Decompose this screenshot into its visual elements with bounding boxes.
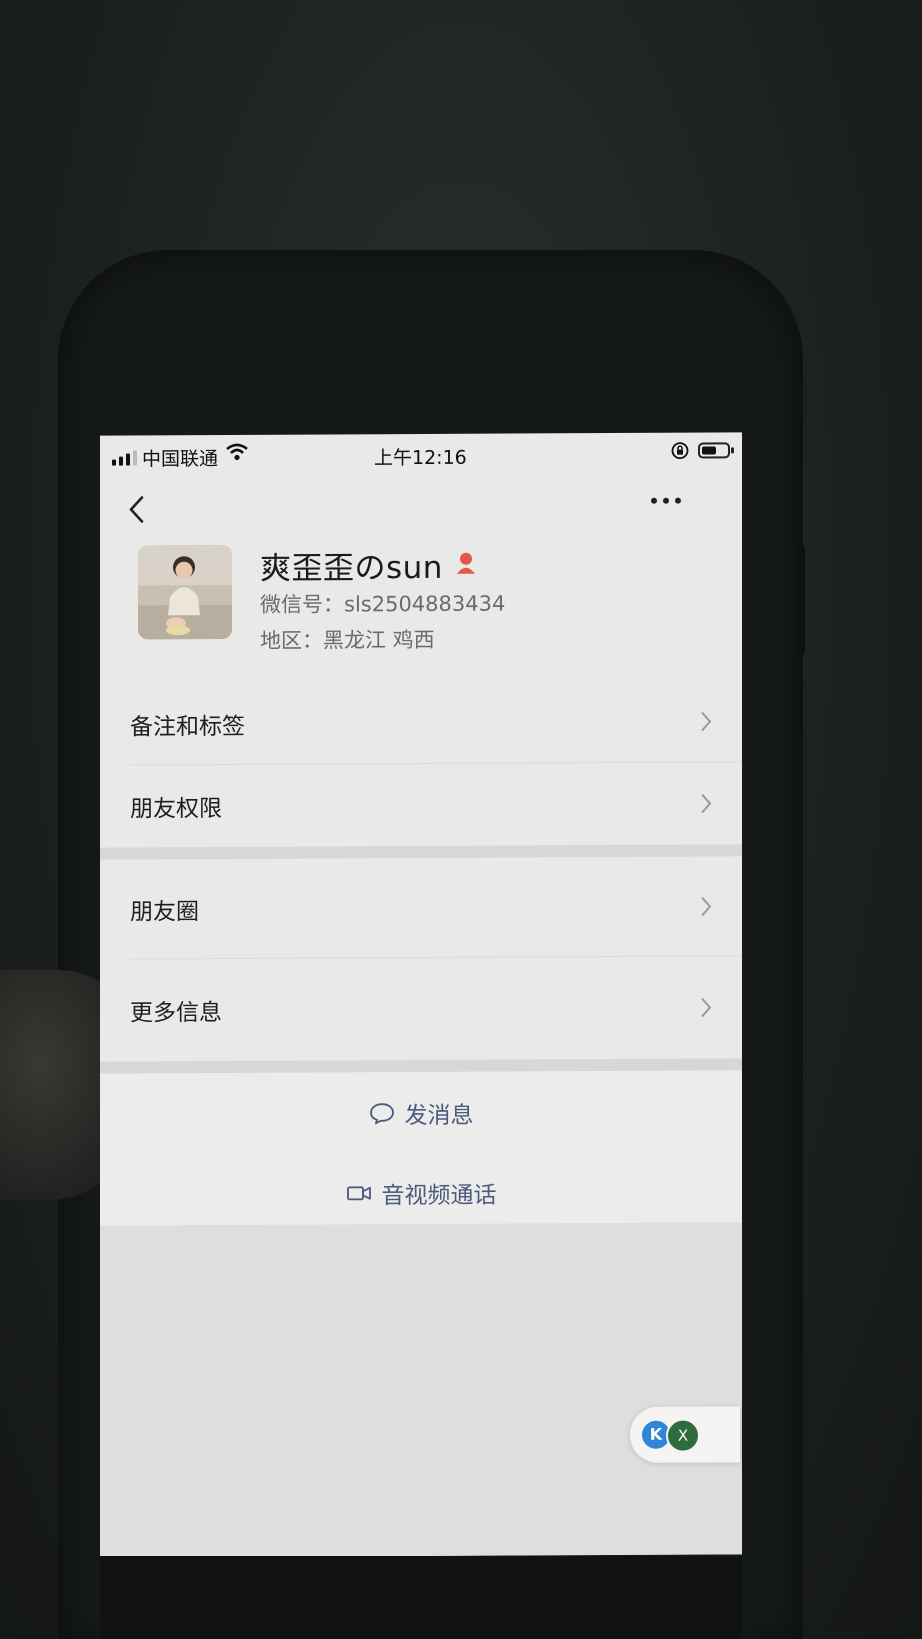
- female-icon: [456, 552, 475, 574]
- video-camera-icon: [346, 1186, 371, 1201]
- menu-group-1: 备注和标签 朋友权限: [100, 680, 742, 847]
- battery-icon: [698, 442, 730, 459]
- phone-screen: 中国联通 上午12:16 爽歪歪のsun 微信号：sls2504883434 地…: [100, 432, 742, 1558]
- wifi-icon: [226, 443, 248, 461]
- menu-item-remark-tags[interactable]: 备注和标签: [100, 680, 742, 766]
- profile-header: 爽歪歪のsun 微信号：sls2504883434 地区：黑龙江 鸡西: [100, 542, 742, 695]
- avatar-photo: [138, 544, 232, 640]
- contact-name: 爽歪歪のsun: [260, 549, 443, 587]
- send-message-label: 发消息: [404, 1102, 474, 1130]
- send-message-button[interactable]: 发消息: [100, 1076, 742, 1149]
- chevron-right-icon: [701, 793, 712, 814]
- floating-close-icon[interactable]: X: [666, 1418, 700, 1453]
- menu-item-more-info[interactable]: 更多信息: [100, 956, 742, 1061]
- rotation-lock-icon: [671, 442, 689, 460]
- chevron-right-icon: [701, 896, 712, 917]
- region: 地区：黑龙江 鸡西: [260, 627, 435, 653]
- nav-bar: [100, 472, 742, 545]
- chevron-right-icon: [701, 997, 712, 1018]
- phone-bottom-bezel: [100, 1556, 742, 1639]
- wechat-id: 微信号：sls2504883434: [260, 591, 506, 617]
- menu-item-friend-permissions[interactable]: 朋友权限: [100, 762, 742, 847]
- more-icon[interactable]: [646, 495, 686, 507]
- floating-window-bubble[interactable]: K X: [630, 1406, 740, 1463]
- action-panel: 发消息 音视频通话: [100, 1070, 742, 1226]
- menu-item-label: 朋友圈: [130, 899, 199, 926]
- empty-background: [100, 1222, 742, 1558]
- chevron-right-icon: [701, 711, 712, 732]
- chat-bubble-icon: [369, 1103, 394, 1125]
- back-arrow-icon[interactable]: [124, 489, 148, 529]
- status-time: 上午12:16: [374, 446, 467, 470]
- name-row: 爽歪歪のsun: [260, 544, 477, 587]
- av-call-label: 音视频通话: [381, 1182, 497, 1210]
- status-bar: 中国联通 上午12:16: [100, 432, 742, 475]
- carrier-label: 中国联通: [142, 448, 219, 471]
- menu-item-label: 更多信息: [130, 1000, 222, 1027]
- menu-item-label: 备注和标签: [130, 713, 245, 741]
- avatar[interactable]: [138, 544, 232, 640]
- phone-side-button: [795, 545, 805, 655]
- menu-item-moments[interactable]: 朋友圈: [100, 856, 742, 960]
- menu-group-2: 朋友圈 更多信息: [100, 856, 742, 1061]
- menu-item-label: 朋友权限: [130, 796, 222, 823]
- signal-icon: [112, 450, 137, 466]
- av-call-button[interactable]: 音视频通话: [100, 1156, 742, 1229]
